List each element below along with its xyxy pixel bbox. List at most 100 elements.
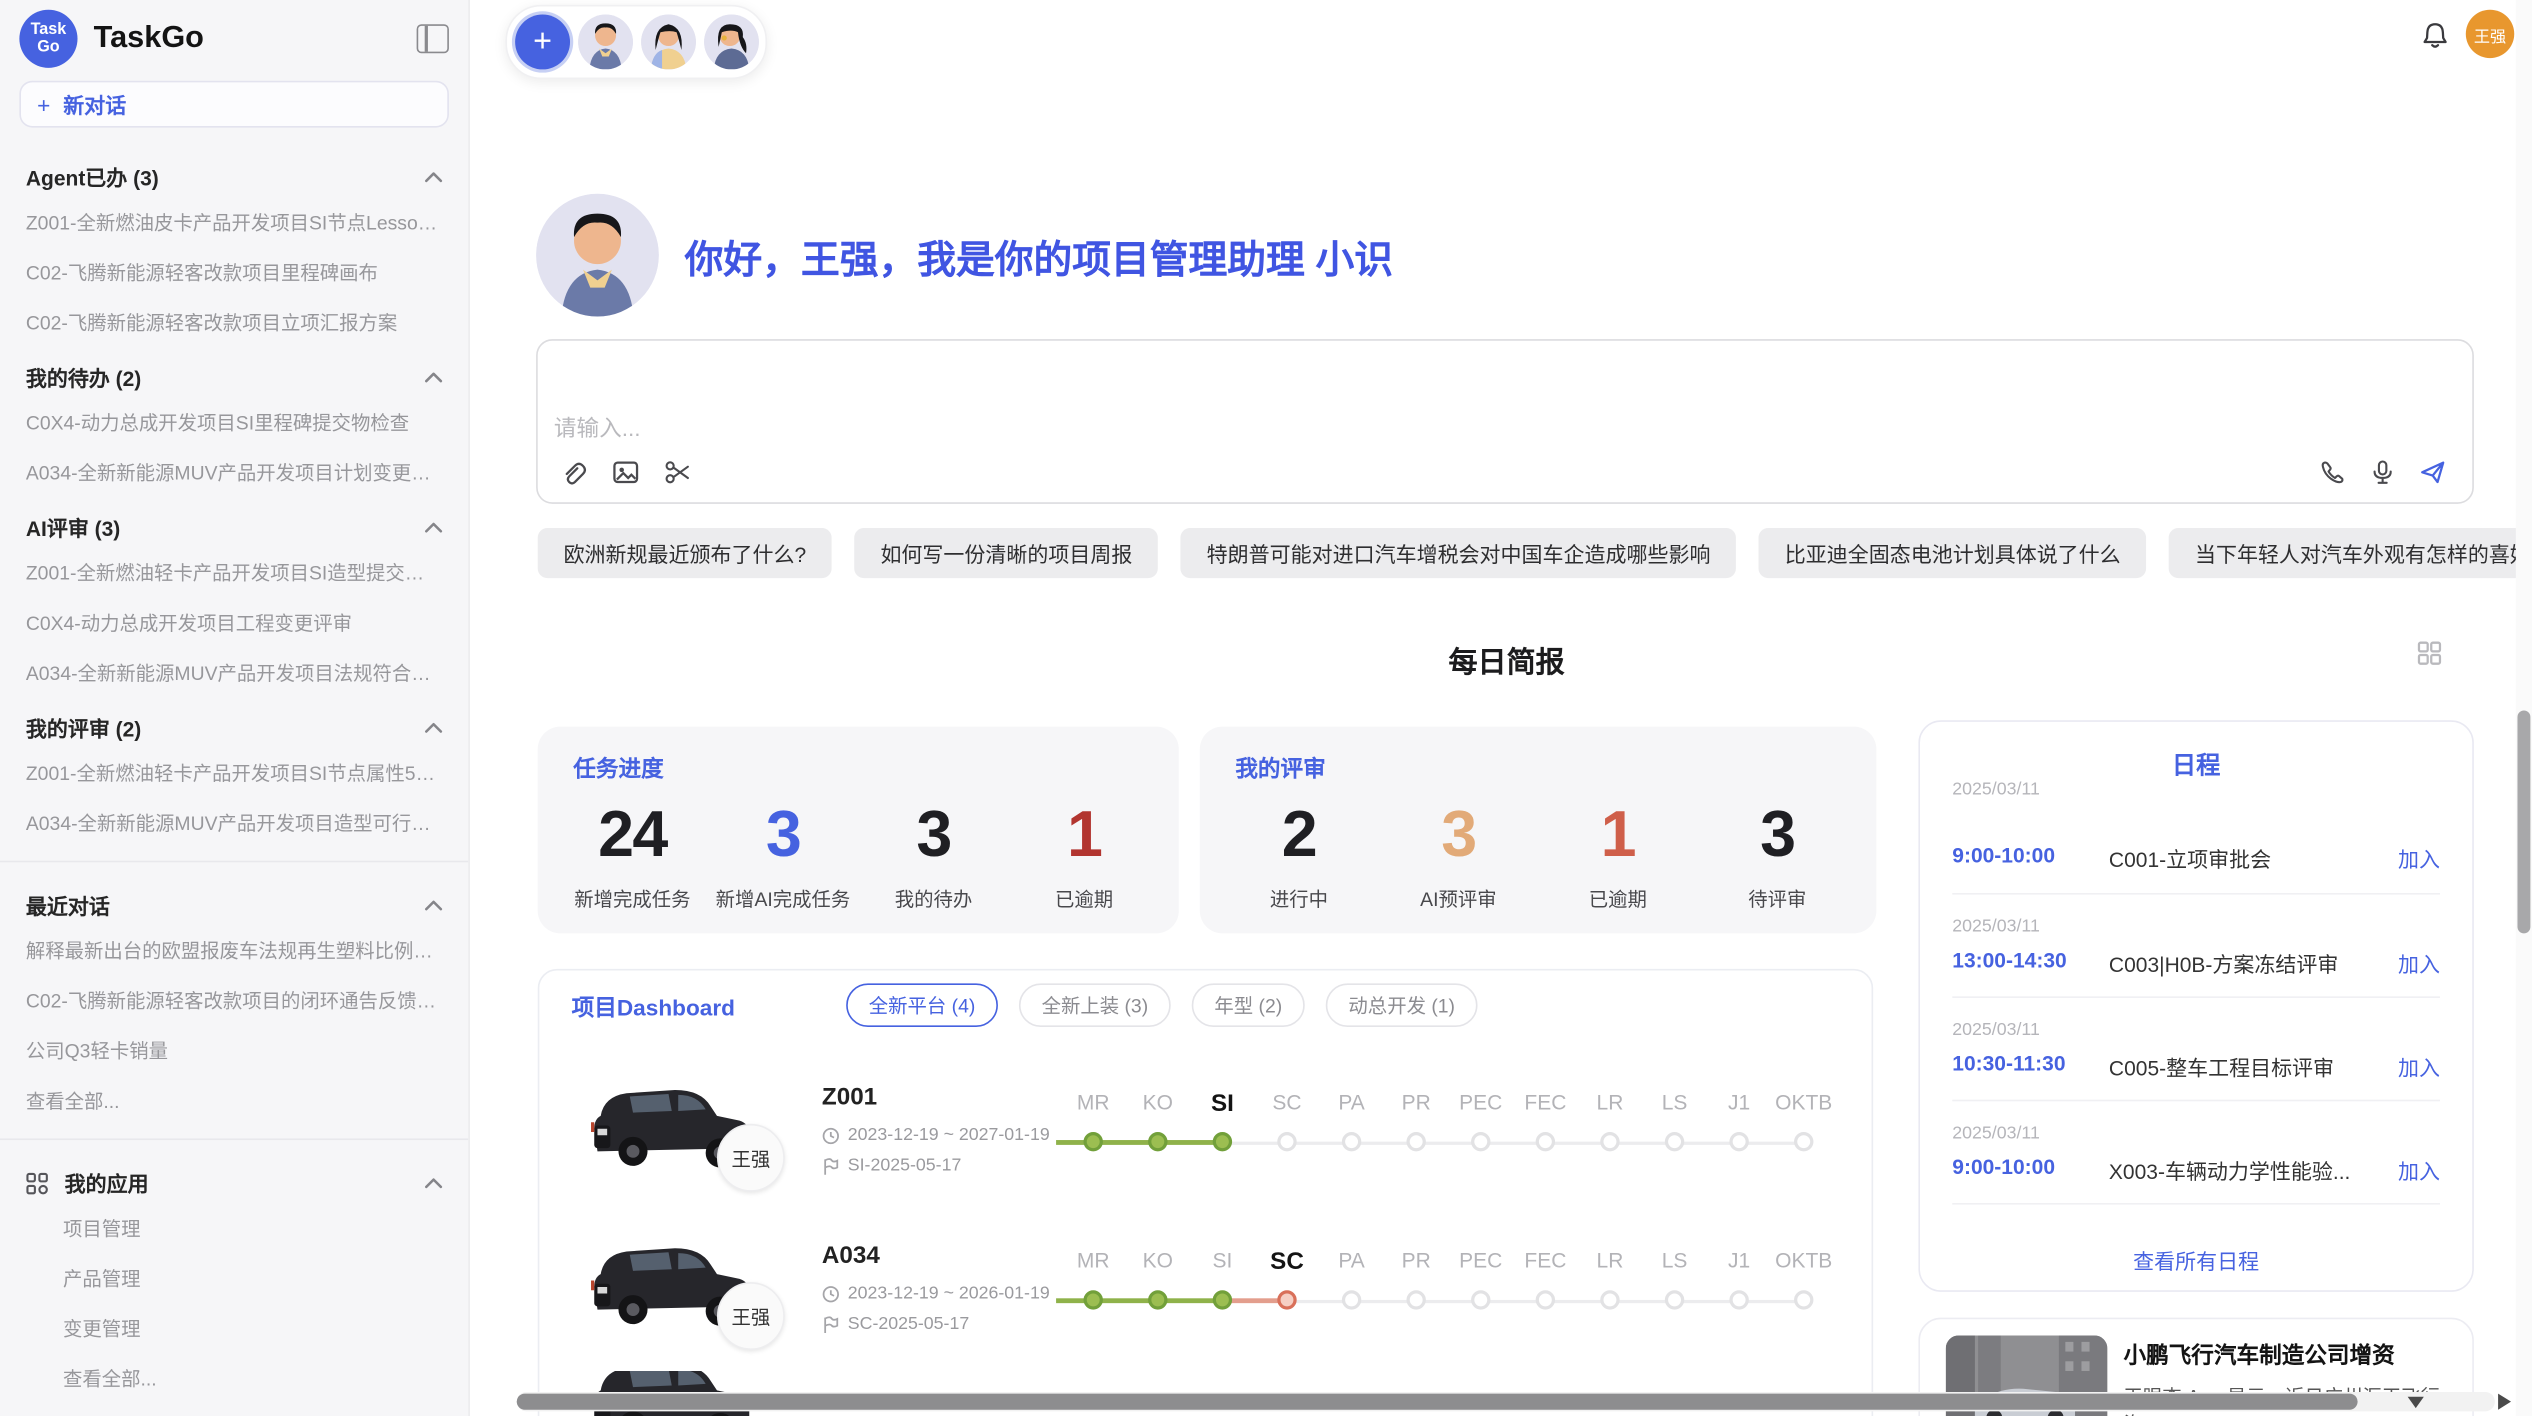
phone-call-icon[interactable] — [2319, 459, 2346, 486]
project-owner-badge: 王强 — [717, 1124, 785, 1192]
chevron-up-icon[interactable] — [425, 722, 443, 733]
filter-tab-new-platform[interactable]: 全新平台 (4) — [846, 983, 998, 1027]
sidebar-item[interactable]: Z001-全新燃油皮卡产品开发项目SI节点Lesson Learn报告 — [0, 197, 468, 247]
event-name[interactable]: C005-整车工程目标评审 — [2109, 1051, 2334, 1082]
filter-tab-year-model[interactable]: 年型 (2) — [1192, 983, 1305, 1027]
notification-bell-icon[interactable] — [2421, 21, 2450, 50]
recent-view-all[interactable]: 查看全部... — [0, 1075, 468, 1125]
layout-grid-icon[interactable] — [2417, 641, 2441, 665]
sidebar-item[interactable]: A034-全新新能源MUV产品开发项目造型可行性评审 — [0, 798, 468, 848]
milestone-dot-done[interactable] — [1148, 1132, 1167, 1151]
scroll-down-arrow[interactable] — [2408, 1397, 2424, 1408]
sidebar-item[interactable]: C0X4-动力总成开发项目SI里程碑提交物检查 — [0, 397, 468, 447]
section-my-todo[interactable]: 我的待办 (2) — [0, 347, 468, 397]
milestone-dot[interactable] — [1536, 1290, 1555, 1309]
agent-avatar-2[interactable] — [641, 15, 696, 70]
milestone-dot[interactable] — [1471, 1290, 1490, 1309]
sidebar-collapse-icon[interactable] — [417, 24, 449, 53]
milestone-dot[interactable] — [1794, 1132, 1813, 1151]
chevron-up-icon[interactable] — [425, 371, 443, 382]
app-item-project-mgmt[interactable]: 项目管理 — [0, 1203, 468, 1253]
vertical-scrollbar[interactable] — [2516, 0, 2532, 1416]
sidebar-item[interactable]: A034-全新新能源MUV产品开发项目法规符合性评审 — [0, 648, 468, 698]
milestone-dot[interactable] — [1471, 1132, 1490, 1151]
join-link[interactable]: 加入 — [2398, 843, 2440, 874]
milestone-dot-done[interactable] — [1213, 1290, 1232, 1309]
sidebar-item[interactable]: C02-飞腾新能源轻客改款项目立项汇报方案 — [0, 297, 468, 347]
milestone-dot[interactable] — [1794, 1290, 1813, 1309]
join-link[interactable]: 加入 — [2398, 1155, 2440, 1186]
filter-tab-powertrain[interactable]: 动总开发 (1) — [1326, 983, 1478, 1027]
milestone-dot[interactable] — [1406, 1290, 1425, 1309]
section-my-review[interactable]: 我的评审 (2) — [0, 698, 468, 748]
suggestion-chip[interactable]: 欧洲新规最近颁布了什么? — [538, 528, 832, 578]
milestone-dot-done[interactable] — [1148, 1290, 1167, 1309]
add-agent-button[interactable]: + — [515, 15, 570, 70]
milestone-dot[interactable] — [1729, 1290, 1748, 1309]
suggestion-chip[interactable]: 特朗普可能对进口汽车增税会对中国车企造成哪些影响 — [1181, 528, 1737, 578]
attachment-icon[interactable] — [560, 459, 587, 486]
chevron-up-icon[interactable] — [425, 522, 443, 533]
event-name[interactable]: C001-立项审批会 — [2109, 843, 2271, 874]
milestone-dot[interactable] — [1342, 1290, 1361, 1309]
section-ai-review[interactable]: AI评审 (3) — [0, 497, 468, 547]
milestone-progress-line — [1056, 1298, 1222, 1303]
milestone-dot[interactable] — [1665, 1290, 1684, 1309]
milestone-dot-done[interactable] — [1084, 1290, 1103, 1309]
recent-chat-item[interactable]: C02-飞腾新能源轻客改款项目的闭环通告反馈情况 — [0, 975, 468, 1025]
chevron-up-icon[interactable] — [425, 899, 443, 910]
suggestion-chip[interactable]: 如何写一份清晰的项目周报 — [855, 528, 1159, 578]
sidebar-item[interactable]: Z001-全新燃油轻卡产品开发项目SI造型提交物评审 — [0, 547, 468, 597]
join-link[interactable]: 加入 — [2398, 948, 2440, 979]
milestone-dot[interactable] — [1277, 1132, 1296, 1151]
join-link[interactable]: 加入 — [2398, 1051, 2440, 1082]
section-agent-done[interactable]: Agent已办 (3) — [0, 147, 468, 197]
clock-icon — [822, 1285, 840, 1303]
image-icon[interactable] — [612, 459, 639, 486]
sidebar-item[interactable]: C02-飞腾新能源轻客改款项目里程碑画布 — [0, 247, 468, 297]
recent-chat-item[interactable]: 公司Q3轻卡销量 — [0, 1025, 468, 1075]
new-chat-button[interactable]: + 新对话 — [19, 81, 449, 128]
vertical-scrollbar-thumb[interactable] — [2517, 711, 2530, 934]
section-my-apps[interactable]: 我的应用 — [0, 1153, 468, 1203]
view-all-schedule-link[interactable]: 查看所有日程 — [1920, 1245, 2472, 1276]
sidebar-item[interactable]: C0X4-动力总成开发项目工程变更评审 — [0, 597, 468, 647]
chevron-up-icon[interactable] — [425, 1177, 443, 1188]
agent-avatar-1[interactable] — [578, 15, 633, 70]
scroll-right-arrow[interactable] — [2498, 1394, 2511, 1410]
sidebar-item-cloud-space[interactable]: 我的云空间 — [0, 1403, 468, 1416]
recent-chat-item[interactable]: 解释最新出台的欧盟报废车法规再生塑料比例被调至15%... — [0, 925, 468, 975]
project-code[interactable]: A034 — [822, 1242, 880, 1269]
horizontal-scrollbar-thumb[interactable] — [517, 1394, 2358, 1410]
milestone-dot[interactable] — [1600, 1132, 1619, 1151]
send-icon[interactable] — [2419, 459, 2446, 486]
milestone-dot[interactable] — [1600, 1290, 1619, 1309]
chevron-up-icon[interactable] — [425, 171, 443, 182]
event-name[interactable]: C003|H0B-方案冻结评审 — [2109, 948, 2338, 979]
apps-view-all[interactable]: 查看全部... — [0, 1353, 468, 1403]
sidebar-item[interactable]: A034-全新新能源MUV产品开发项目计划变更表编写 — [0, 447, 468, 497]
milestone-dot-alert[interactable] — [1277, 1290, 1296, 1309]
project-code[interactable]: Z001 — [822, 1084, 877, 1111]
horizontal-scrollbar[interactable] — [517, 1392, 2495, 1411]
suggestion-chip[interactable]: 当下年轻人对汽车外观有怎样的喜好趋势 — [2169, 528, 2532, 578]
milestone-dot-done[interactable] — [1084, 1132, 1103, 1151]
milestone-dot[interactable] — [1342, 1132, 1361, 1151]
section-recent-chats[interactable]: 最近对话 — [0, 875, 468, 925]
scissors-icon[interactable] — [664, 459, 691, 486]
event-name[interactable]: X003-车辆动力学性能验... — [2109, 1155, 2350, 1186]
app-item-product-mgmt[interactable]: 产品管理 — [0, 1253, 468, 1303]
filter-tab-new-body[interactable]: 全新上装 (3) — [1019, 983, 1171, 1027]
app-item-change-mgmt[interactable]: 变更管理 — [0, 1303, 468, 1353]
microphone-icon[interactable] — [2369, 459, 2396, 486]
milestone-dot[interactable] — [1665, 1132, 1684, 1151]
milestone-dot[interactable] — [1406, 1132, 1425, 1151]
suggestion-chip[interactable]: 比亚迪全固态电池计划具体说了什么 — [1759, 528, 2147, 578]
milestone-dot[interactable] — [1536, 1132, 1555, 1151]
milestone-dot[interactable] — [1729, 1132, 1748, 1151]
user-avatar[interactable]: 王强 — [2466, 10, 2514, 58]
sidebar-item[interactable]: Z001-全新燃油轻卡产品开发项目SI节点属性5D文件评审 — [0, 748, 468, 798]
message-input[interactable] — [544, 344, 2340, 509]
milestone-dot-done[interactable] — [1213, 1132, 1232, 1151]
agent-avatar-3[interactable] — [704, 15, 759, 70]
